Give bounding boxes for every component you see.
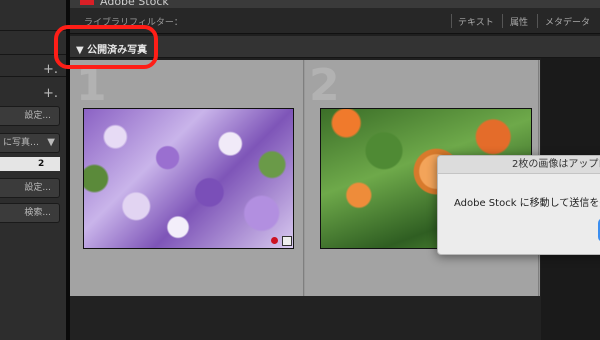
- dialog-title: 2枚の画像はアップロード: [438, 156, 600, 174]
- dialog-message: Adobe Stock に移動して送信を完了: [454, 198, 600, 209]
- add-photo-label: に写真…: [2, 138, 39, 148]
- filmstrip-area: [70, 296, 541, 340]
- photo-count: 2: [38, 159, 45, 169]
- settings-button-2[interactable]: 設定...: [0, 178, 60, 198]
- add-icon[interactable]: +.: [43, 63, 58, 76]
- published-status-icon: [271, 237, 278, 244]
- search-button[interactable]: 検索...: [0, 203, 60, 223]
- tab-attribute[interactable]: 属性: [510, 15, 528, 28]
- highlight-annotation: [54, 25, 158, 69]
- add-collection-icon[interactable]: +.: [43, 87, 58, 100]
- filter-separator: [502, 14, 503, 28]
- settings-button-2-label: 設定...: [24, 183, 51, 193]
- cell-number: 2: [309, 60, 340, 111]
- adobe-stock-logo: St: [80, 0, 94, 5]
- photo-thumbnail-purple-flowers[interactable]: [83, 108, 294, 249]
- edited-badge-icon: [282, 236, 292, 246]
- settings-button-1-label: 設定...: [24, 111, 51, 121]
- chevron-down-icon: ▼: [47, 137, 55, 148]
- search-button-label: 検索...: [24, 208, 51, 218]
- tab-text[interactable]: テキスト: [458, 15, 494, 28]
- app-title: Adobe Stock: [100, 0, 169, 8]
- photo-count-row: 2: [0, 157, 60, 171]
- filter-separator: [451, 14, 452, 28]
- add-photo-dropdown[interactable]: に写真… ▼: [0, 133, 60, 153]
- tab-metadata[interactable]: メタデータ: [545, 15, 590, 28]
- upload-dialog: 2枚の画像はアップロード Adobe Stock に移動して送信を完了: [437, 155, 600, 255]
- settings-button-1[interactable]: 設定...: [0, 106, 60, 126]
- filter-separator: [537, 14, 538, 28]
